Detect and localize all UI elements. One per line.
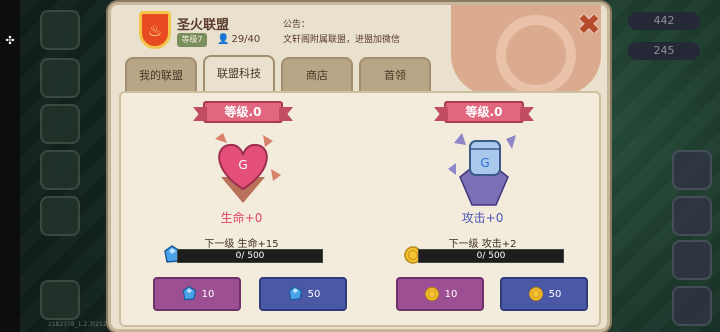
alliance-panel: ♨ 圣火联盟 等级7 👤 29/40 公告： 文轩阁附属联盟，进盟加微信 ✖ 我的…: [108, 2, 610, 332]
donate-amount: 10: [201, 288, 215, 300]
donate-amount: 50: [307, 288, 321, 300]
tech-progress-bar: 0/ 500: [418, 249, 564, 263]
tab-my-alliance[interactable]: 我的联盟: [125, 57, 197, 91]
tech-card-attack: 等级.0 G 攻击+0 下一级 攻击+2 0/ 500 10 50: [362, 93, 603, 329]
close-icon: ✖: [577, 8, 601, 41]
notice-text: 文轩阁附属联盟，进盟加微信: [283, 35, 401, 45]
tab-alliance-tech[interactable]: 联盟科技: [203, 55, 275, 91]
puzzle-icon[interactable]: ✣: [3, 34, 17, 48]
next-level-label: 下一级 攻击+2: [448, 239, 517, 250]
donate-button-small[interactable]: 10: [396, 277, 484, 311]
notice-title: 公告：: [283, 20, 311, 30]
left-system-strip: ✣: [0, 0, 20, 332]
tab-shop[interactable]: 商店: [281, 57, 353, 91]
alliance-level-chip: 等级7: [177, 33, 207, 47]
blue-gem-icon: [288, 285, 302, 301]
next-level-label: 下一级 生命+15: [204, 239, 279, 250]
tech-name-life: 生命+0: [220, 211, 263, 225]
member-count: 👤 29/40: [217, 34, 260, 45]
svg-text:G: G: [480, 156, 489, 170]
member-count-value: 29/40: [231, 34, 261, 45]
tech-level-ribbon: 等级.0: [203, 101, 283, 123]
tech-card-life: 等级.0 G 生命+0 下一级 生命+15 0/ 500 10 50: [121, 93, 362, 329]
svg-text:G: G: [238, 158, 247, 172]
progress-text: 0/ 500: [476, 251, 506, 261]
donate-button-large[interactable]: 50: [500, 277, 588, 311]
close-button[interactable]: ✖: [574, 11, 604, 41]
donate-amount: 50: [548, 288, 562, 300]
donate-button-small[interactable]: 10: [153, 277, 241, 311]
tech-progress-bar: 0/ 500: [177, 249, 323, 263]
donate-amount: 10: [444, 288, 458, 300]
alliance-emblem-icon: ♨: [139, 11, 171, 49]
fist-crystal-icon: G: [448, 133, 516, 206]
progress-text: 0/ 500: [235, 251, 265, 261]
gold-coin-icon: [528, 286, 543, 302]
blue-gem-icon: [182, 285, 196, 301]
tab-boss[interactable]: 首领: [359, 57, 431, 91]
heart-crystal-icon: G: [215, 133, 281, 203]
person-icon: 👤: [217, 34, 230, 45]
tech-level-ribbon: 等级.0: [444, 101, 524, 123]
tech-name-attack: 攻击+0: [461, 211, 504, 225]
donate-button-large[interactable]: 50: [259, 277, 347, 311]
tech-content: 等级.0 G 生命+0 下一级 生命+15 0/ 500 10 50 等级.0 …: [119, 91, 601, 327]
alliance-name: 圣火联盟: [177, 18, 230, 33]
gold-coin-icon: [424, 286, 439, 302]
